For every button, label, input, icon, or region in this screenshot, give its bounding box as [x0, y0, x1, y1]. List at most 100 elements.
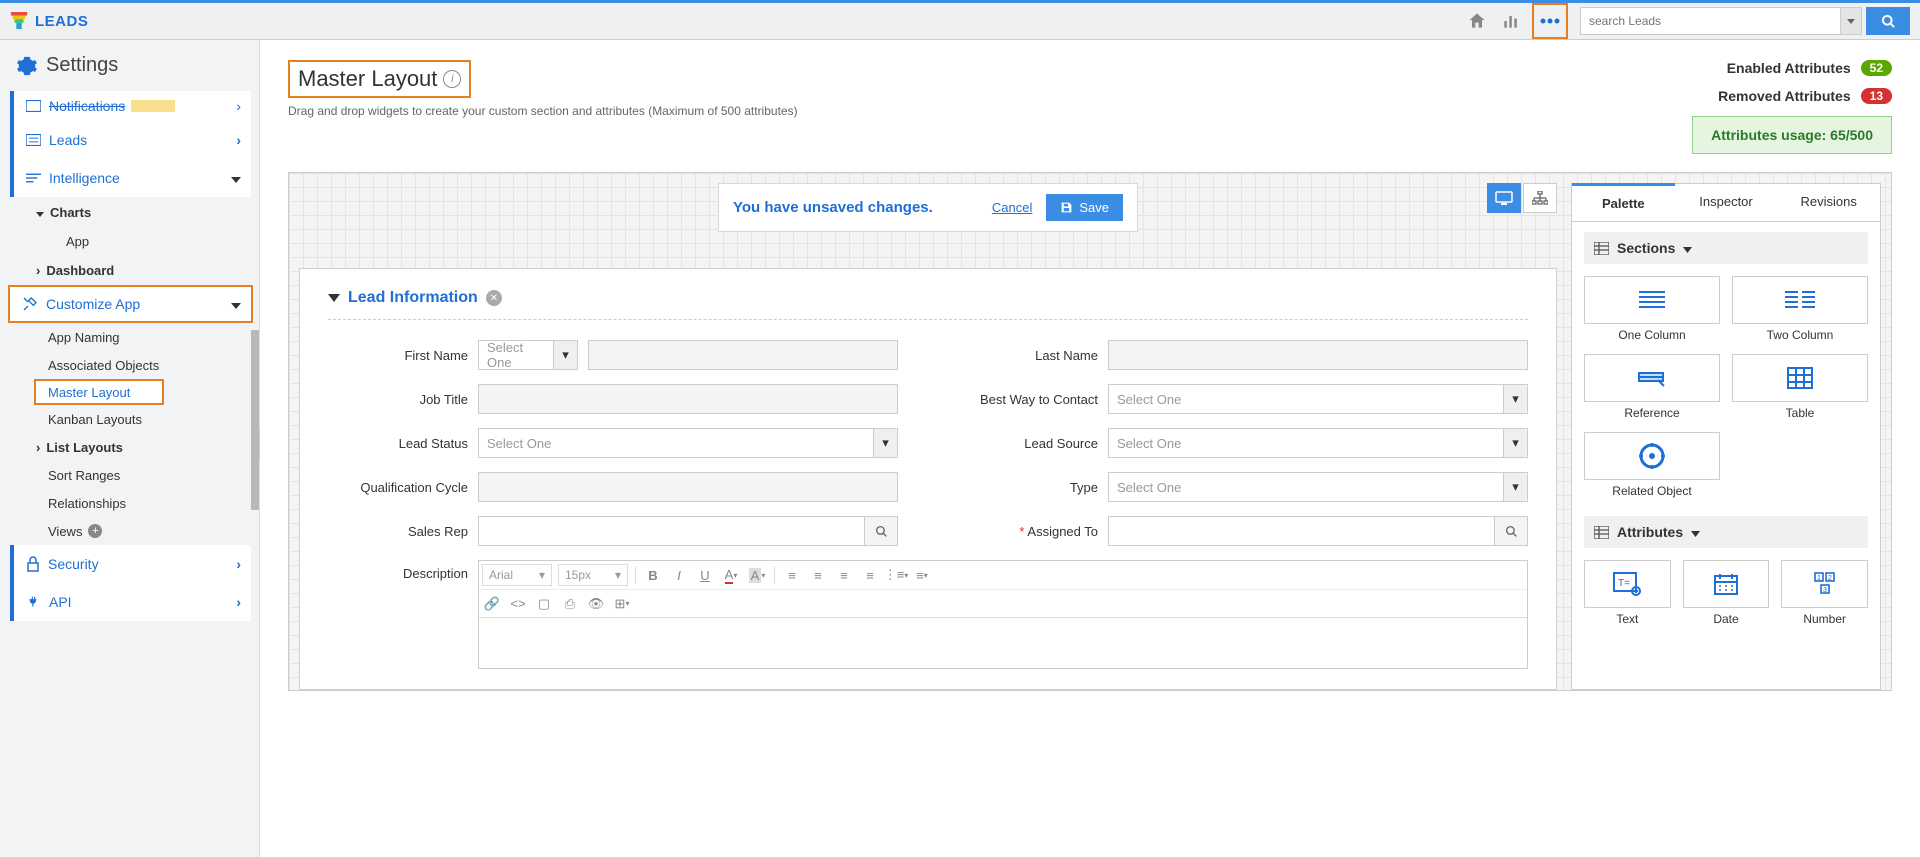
sidebar-label: Relationships [48, 496, 126, 511]
tab-revisions[interactable]: Revisions [1777, 184, 1880, 221]
home-icon[interactable] [1460, 4, 1494, 38]
rte-backcolor[interactable]: A▾ [744, 564, 770, 586]
sidebar-item-relationships[interactable]: Relationships [36, 489, 259, 517]
rte-align-justify[interactable]: ≡ [857, 564, 883, 586]
lead-status-select[interactable]: Select One▾ [478, 428, 898, 458]
chart-icon[interactable] [1494, 4, 1528, 38]
rte-align-center[interactable]: ≡ [805, 564, 831, 586]
rte-forecolor[interactable]: A▾ [718, 564, 744, 586]
palette-related-object[interactable]: Related Object [1584, 432, 1720, 498]
lead-source-select[interactable]: Select One▾ [1108, 428, 1528, 458]
tab-inspector[interactable]: Inspector [1675, 184, 1778, 221]
rte-font-select[interactable]: Arial▾ [482, 564, 552, 586]
sidebar-label: Master Layout [48, 385, 130, 400]
sidebar-label: Associated Objects [48, 358, 159, 373]
sidebar-item-sort-ranges[interactable]: Sort Ranges [36, 461, 259, 489]
field-qual-cycle[interactable]: Qualification Cycle [328, 472, 898, 502]
sidebar-item-app[interactable]: App [54, 227, 259, 255]
qual-cycle-input[interactable] [478, 472, 898, 502]
rte-print[interactable]: ⎙ [557, 593, 583, 615]
rte-list-ol[interactable]: ≡▾ [909, 564, 935, 586]
field-best-way[interactable]: Best Way to Contact Select One▾ [958, 384, 1528, 414]
field-assigned-to[interactable]: *Assigned To [958, 516, 1528, 546]
rte-textarea[interactable] [479, 618, 1527, 668]
sidebar-item-notifications[interactable]: Notifications › [10, 91, 251, 121]
svg-text:2: 2 [1828, 575, 1832, 582]
field-type[interactable]: Type Select One▾ [958, 472, 1528, 502]
field-sales-rep[interactable]: Sales Rep [328, 516, 898, 546]
job-title-input[interactable] [478, 384, 898, 414]
palette-attr-text[interactable]: T=Text [1584, 560, 1671, 626]
best-way-select[interactable]: Select One▾ [1108, 384, 1528, 414]
rte-link[interactable]: 🔗 [479, 593, 505, 615]
field-first-name[interactable]: First Name Select One▾ [328, 340, 898, 370]
rte-code[interactable]: <> [505, 593, 531, 615]
sidebar-item-app-naming[interactable]: App Naming [36, 323, 259, 351]
lookup-button[interactable] [1494, 516, 1528, 546]
type-select[interactable]: Select One▾ [1108, 472, 1528, 502]
search-input[interactable] [1580, 7, 1840, 35]
sidebar-item-api[interactable]: API › [10, 583, 251, 621]
palette-attr-date[interactable]: Date [1683, 560, 1770, 626]
lookup-button[interactable] [864, 516, 898, 546]
sidebar-item-leads[interactable]: Leads › [10, 121, 251, 159]
sidebar-item-kanban[interactable]: Kanban Layouts [36, 405, 259, 433]
rte-align-left[interactable]: ≡ [779, 564, 805, 586]
sidebar-item-master-layout[interactable]: Master Layout [34, 379, 164, 405]
salutation-select[interactable]: Select One▾ [478, 340, 578, 370]
app-logo[interactable]: LEADS [10, 11, 88, 31]
search-button[interactable] [1866, 7, 1910, 35]
palette-table[interactable]: Table [1732, 354, 1868, 420]
first-name-input[interactable] [588, 340, 898, 370]
palette-one-column[interactable]: One Column [1584, 276, 1720, 342]
more-menu[interactable] [1532, 3, 1568, 39]
field-label: Type [958, 480, 1098, 495]
sidebar-label: App Naming [48, 330, 120, 345]
sidebar-item-security[interactable]: Security › [10, 545, 251, 583]
view-toggle-hierarchy[interactable] [1523, 183, 1557, 213]
plus-icon[interactable]: + [88, 524, 102, 538]
section-header[interactable]: Lead Information ✕ [328, 289, 1528, 320]
page-title: Master Layout [298, 66, 437, 92]
assigned-to-input[interactable] [1108, 516, 1494, 546]
rte-align-right[interactable]: ≡ [831, 564, 857, 586]
field-lead-status[interactable]: Lead Status Select One▾ [328, 428, 898, 458]
palette-sections-header[interactable]: Sections [1584, 232, 1868, 264]
field-lead-source[interactable]: Lead Source Select One▾ [958, 428, 1528, 458]
rte-bold[interactable]: B [640, 564, 666, 586]
rich-text-editor[interactable]: Arial▾ 15px▾ B I U A▾ A▾ [478, 560, 1528, 669]
rte-underline[interactable]: U [692, 564, 718, 586]
rte-list-ul[interactable]: ⋮≡▾ [883, 564, 909, 586]
field-job-title[interactable]: Job Title [328, 384, 898, 414]
sidebar-item-views[interactable]: Views+ [36, 517, 259, 545]
sidebar-item-customize-app[interactable]: Customize App [8, 285, 253, 323]
sidebar-item-list-layouts[interactable]: ›List Layouts [36, 433, 259, 461]
info-icon[interactable]: i [443, 70, 461, 88]
palette-reference[interactable]: Reference [1584, 354, 1720, 420]
palette-two-column[interactable]: Two Column [1732, 276, 1868, 342]
sidebar-item-dashboard[interactable]: ›Dashboard [28, 255, 259, 285]
palette-attributes-header[interactable]: Attributes [1584, 516, 1868, 548]
sales-rep-input[interactable] [478, 516, 864, 546]
sidebar-item-intelligence[interactable]: Intelligence [10, 159, 251, 197]
save-button[interactable]: Save [1046, 194, 1123, 221]
rte-italic[interactable]: I [666, 564, 692, 586]
rte-table[interactable]: ⊞▾ [609, 593, 635, 615]
rte-size-select[interactable]: 15px▾ [558, 564, 628, 586]
tab-palette[interactable]: Palette [1572, 183, 1675, 221]
field-description[interactable]: Description Arial▾ 15px▾ B I [328, 560, 1528, 669]
rte-preview[interactable]: 👁 [583, 593, 609, 615]
rte-image[interactable]: ▢ [531, 593, 557, 615]
palette-attr-number[interactable]: 123Number [1781, 560, 1868, 626]
chevron-right-icon: › [236, 132, 241, 148]
notification-badge [131, 100, 175, 112]
last-name-input[interactable] [1108, 340, 1528, 370]
field-last-name[interactable]: Last Name [958, 340, 1528, 370]
chevron-right-icon: › [36, 263, 40, 278]
view-toggle-desktop[interactable] [1487, 183, 1521, 213]
search-scope-dropdown[interactable] [1840, 7, 1862, 35]
sidebar-item-charts[interactable]: Charts [28, 197, 259, 227]
sidebar-item-associated[interactable]: Associated Objects [36, 351, 259, 379]
remove-section-icon[interactable]: ✕ [486, 290, 502, 306]
cancel-link[interactable]: Cancel [992, 200, 1032, 215]
